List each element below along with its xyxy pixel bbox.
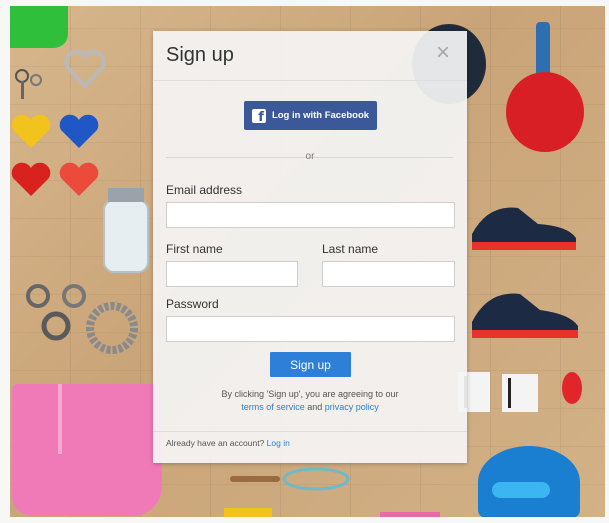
close-icon[interactable]: ×: [431, 41, 455, 65]
password-input[interactable]: [166, 316, 455, 342]
pink-object-image: [380, 512, 440, 523]
login-prompt: Already have an account? Log in: [166, 438, 290, 448]
login-link[interactable]: Log in: [267, 438, 290, 448]
green-object-image: [10, 6, 68, 48]
yellow-heart-image: [11, 114, 51, 148]
signup-button[interactable]: Sign up: [270, 352, 351, 377]
red-paddle-image: [506, 72, 584, 152]
footer-divider: [153, 431, 467, 432]
keys-image: [15, 69, 42, 99]
facebook-icon: f: [251, 108, 266, 123]
email-input[interactable]: [166, 202, 455, 228]
last-name-label: Last name: [322, 242, 379, 256]
email-label: Email address: [166, 183, 243, 197]
sneaker-image: [472, 207, 576, 250]
terms-prefix: By clicking 'Sign up', you are agreeing …: [221, 389, 399, 399]
terms-notice: By clicking 'Sign up', you are agreeing …: [153, 388, 467, 414]
facebook-login-button[interactable]: f Log in with Facebook: [244, 101, 377, 130]
pink-shorts-image: [12, 384, 162, 516]
jar-image: [103, 188, 149, 273]
red-heart-image: [11, 162, 51, 196]
blue-heart-image: [59, 114, 99, 148]
first-name-label: First name: [166, 242, 223, 256]
terms-and: and: [307, 402, 323, 412]
modal-header: Sign up ×: [153, 31, 467, 81]
modal-title: Sign up: [166, 44, 234, 66]
gears-image: [26, 284, 138, 354]
facebook-login-label: Log in with Facebook: [271, 110, 370, 121]
red-object-image: [562, 372, 582, 404]
login-prompt-text: Already have an account?: [166, 438, 265, 448]
password-label: Password: [166, 297, 219, 311]
first-name-input[interactable]: [166, 261, 298, 287]
cap-image: [478, 446, 580, 518]
terms-of-service-link[interactable]: terms of service: [241, 402, 305, 412]
red-heart-image: [59, 162, 99, 196]
socks-image: [458, 372, 538, 412]
last-name-input[interactable]: [322, 261, 455, 287]
signup-modal: Sign up × f Log in with Facebook or Emai…: [153, 31, 467, 463]
paddle-handle-image: [536, 22, 550, 78]
privacy-policy-link[interactable]: privacy policy: [325, 402, 379, 412]
heart-cutter-image: [64, 49, 106, 89]
or-divider: or: [305, 151, 315, 162]
sneaker-image: [472, 293, 578, 338]
whisk-image: [230, 467, 350, 491]
yellow-object-image: [224, 508, 272, 523]
